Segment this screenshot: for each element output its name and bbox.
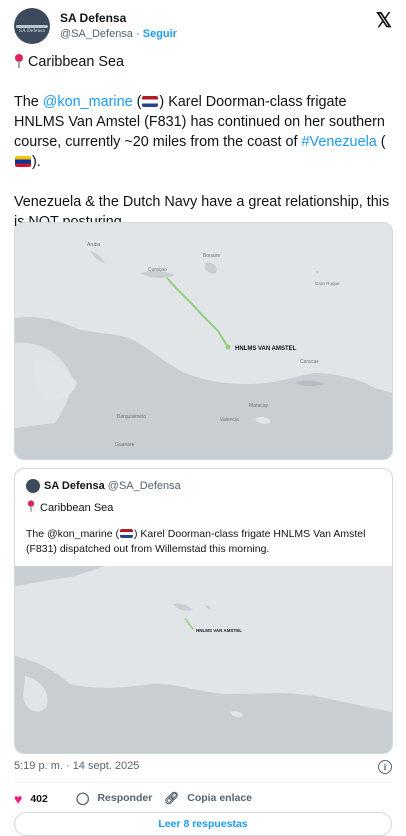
location-text: Caribbean Sea [28, 54, 125, 70]
netherlands-flag-icon [119, 529, 133, 538]
quote-text: The @kon_marine () Karel Doorman-class f… [26, 527, 381, 557]
tweet: SA Defensa SA Defensa @SA_Defensa · Segu… [0, 0, 406, 836]
copy-link-label: Copia enlace [187, 792, 253, 804]
place-valencia: Valencia [220, 417, 239, 423]
quote-author-handle: @SA_Defensa [107, 480, 181, 492]
text-span: ( [132, 94, 142, 110]
author-name[interactable]: SA Defensa [60, 11, 126, 25]
reply-icon: ◯ [76, 791, 90, 805]
quote-author: SA Defensa @SA_Defensa [44, 480, 181, 492]
quote-location-line: Caribbean Sea [26, 499, 113, 514]
mention-link[interactable]: @kon_marine [43, 94, 133, 110]
handle-separator: · [136, 28, 140, 40]
author-handle[interactable]: @SA_Defensa [60, 28, 133, 40]
text-span: ( [376, 134, 386, 150]
quote-avatar [26, 479, 40, 493]
pin-icon [27, 500, 35, 512]
link-icon: 🔗︎ [164, 791, 180, 805]
author-handle-line: @SA_Defensa · Seguir [60, 28, 177, 40]
map-graphic: HNLMS VAN AMSTEL Aruba Curaçao Bonaire G… [15, 223, 392, 459]
quote-location: Caribbean Sea [40, 502, 114, 514]
netherlands-flag-icon [142, 96, 159, 107]
like-count: 402 [30, 793, 48, 805]
like-button[interactable]: ♥ 402 [14, 791, 48, 807]
location-line: Caribbean Sea [14, 52, 394, 72]
quote-map-graphic: HNLMS VAN AMSTEL [15, 566, 392, 753]
place-guanare: Guanare [115, 442, 135, 448]
timestamp[interactable]: 5:19 p. m. · 14 sept. 2025 [14, 760, 139, 772]
map-image[interactable]: HNLMS VAN AMSTEL Aruba Curaçao Bonaire G… [14, 222, 393, 460]
info-icon[interactable]: i [378, 760, 392, 774]
avatar-emblem [16, 25, 48, 28]
reply-button[interactable]: ◯ Responder [76, 791, 152, 805]
avatar-logo-text: SA Defensa [19, 29, 45, 34]
heart-icon: ♥ [14, 791, 23, 807]
quote-map-image: HNLMS VAN AMSTEL [15, 566, 392, 753]
tweet-header: SA Defensa SA Defensa @SA_Defensa · Segu… [14, 8, 394, 44]
venezuela-flag-icon [15, 156, 31, 167]
pin-icon [14, 54, 24, 68]
quote-ship-label: HNLMS VAN AMSTEL [196, 628, 242, 633]
quote-author-name: SA Defensa [44, 480, 105, 492]
divider [14, 782, 392, 783]
text-span: The @kon_marine ( [26, 528, 119, 540]
place-aruba: Aruba [87, 242, 101, 248]
text-span: ). [32, 154, 41, 170]
read-replies-button[interactable]: Leer 8 respuestas [14, 812, 392, 836]
action-bar: ♥ 402 ◯ Responder 🔗︎ Copia enlace [14, 789, 392, 809]
avatar[interactable]: SA Defensa [14, 8, 50, 44]
place-gran-roque: Gran Roque [315, 281, 340, 286]
reply-label: Responder [97, 792, 153, 804]
ship-position-marker [225, 344, 231, 350]
copy-link-button[interactable]: 🔗︎ Copia enlace [164, 791, 252, 805]
follow-button[interactable]: Seguir [143, 28, 177, 40]
place-caracas: Caracas [300, 359, 319, 365]
place-bonaire: Bonaire [203, 253, 220, 259]
ship-label: HNLMS VAN AMSTEL [235, 346, 297, 352]
place-curacao: Curaçao [148, 267, 167, 273]
x-logo-icon[interactable]: 𝕏 [376, 8, 392, 33]
text-span: The [14, 94, 43, 110]
place-maracay: Maracay [249, 403, 269, 409]
quoted-tweet[interactable]: SA Defensa @SA_Defensa Caribbean Sea The… [14, 468, 393, 754]
place-barquisimeto: Barquisimeto [117, 414, 146, 420]
hashtag-link[interactable]: #Venezuela [302, 134, 377, 150]
paragraph-1: The @kon_marine () Karel Doorman-class f… [14, 92, 394, 172]
tweet-text: Caribbean Sea The @kon_marine () Karel D… [14, 52, 394, 232]
